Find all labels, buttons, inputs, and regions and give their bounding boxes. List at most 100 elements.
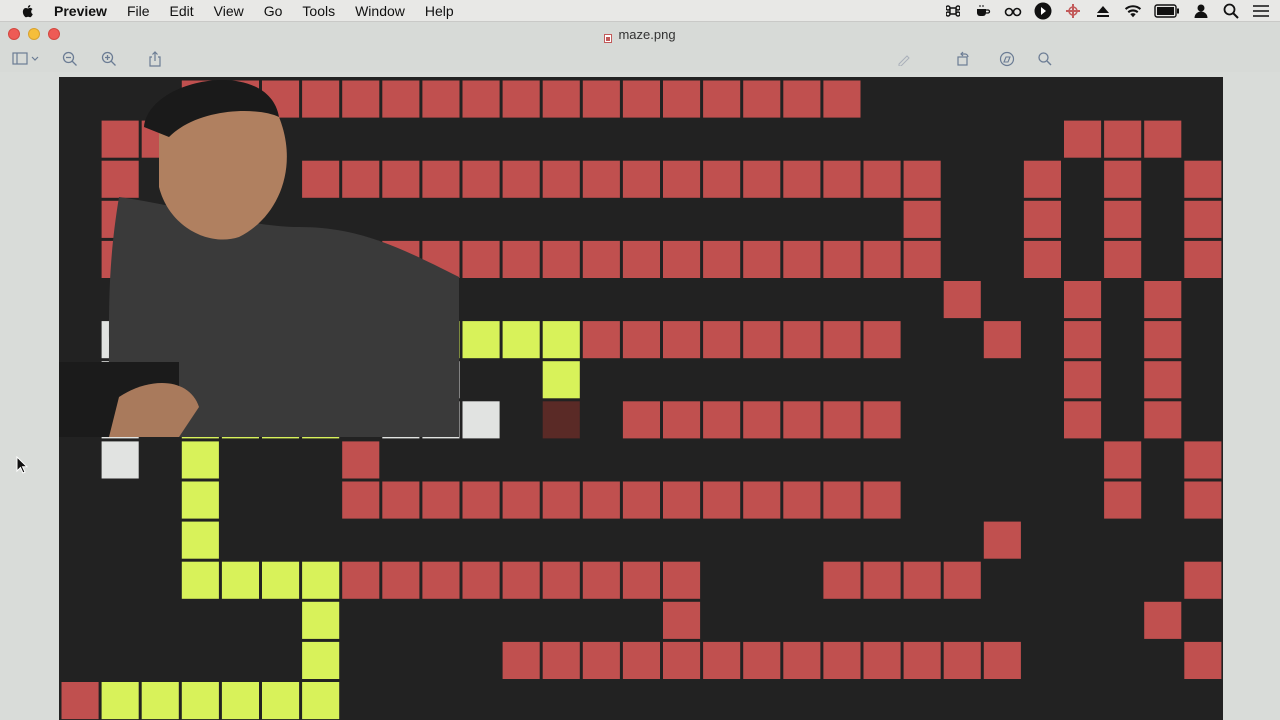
wall-cell	[302, 240, 340, 278]
menu-app-name[interactable]: Preview	[54, 3, 107, 19]
explored-cell	[422, 361, 460, 399]
wall-cell	[462, 160, 500, 198]
wall-cell	[582, 160, 620, 198]
wall-cell	[1184, 160, 1222, 198]
glasses-icon[interactable]	[1004, 2, 1022, 20]
explored-cell	[101, 401, 139, 439]
menu-window[interactable]: Window	[355, 3, 405, 19]
wall-cell	[622, 240, 660, 278]
explored-cell	[462, 401, 500, 439]
wall-cell	[622, 561, 660, 599]
wall-cell	[703, 401, 741, 439]
menu-help[interactable]: Help	[425, 3, 454, 19]
share-icon[interactable]	[145, 50, 165, 68]
wall-cell	[582, 80, 620, 118]
wall-cell	[462, 240, 500, 278]
wall-cell	[542, 80, 580, 118]
wall-cell	[1144, 120, 1182, 158]
wall-cell	[622, 481, 660, 519]
wall-cell	[863, 160, 901, 198]
menu-go[interactable]: Go	[264, 3, 283, 19]
wall-cell	[302, 160, 340, 198]
menu-file[interactable]: File	[127, 3, 150, 19]
wall-cell	[823, 561, 861, 599]
wall-cell	[863, 401, 901, 439]
wall-cell	[181, 80, 219, 118]
path-cell	[262, 682, 300, 720]
wall-cell	[703, 641, 741, 679]
document-proxy-icon[interactable]	[604, 31, 613, 44]
menu-edit[interactable]: Edit	[170, 3, 194, 19]
wall-cell	[1104, 160, 1142, 198]
search-icon[interactable]	[1222, 2, 1240, 20]
wall-cell	[462, 561, 500, 599]
markup-icon[interactable]	[894, 50, 914, 68]
wall-cell	[422, 481, 460, 519]
wall-cell	[502, 240, 540, 278]
wall-cell	[502, 561, 540, 599]
battery-icon[interactable]	[1154, 2, 1180, 20]
wall-cell	[382, 80, 420, 118]
wall-cell	[663, 481, 701, 519]
sidebar-icon[interactable]	[12, 50, 40, 68]
wall-cell	[342, 160, 380, 198]
wall-cell	[663, 160, 701, 198]
wall-cell	[903, 200, 941, 238]
command-icon[interactable]	[944, 2, 962, 20]
wall-cell	[542, 561, 580, 599]
wall-cell	[542, 481, 580, 519]
wall-cell	[342, 80, 380, 118]
wall-cell	[221, 240, 259, 278]
eject-icon[interactable]	[1094, 2, 1112, 20]
wall-cell	[101, 160, 139, 198]
wall-cell	[582, 641, 620, 679]
path-cell	[382, 321, 420, 359]
maze-image	[59, 77, 1223, 720]
wall-cell	[983, 641, 1021, 679]
play-circle-icon[interactable]	[1034, 2, 1052, 20]
wall-cell	[743, 401, 781, 439]
wall-cell	[663, 401, 701, 439]
wall-cell	[382, 481, 420, 519]
apple-icon[interactable]	[20, 3, 36, 19]
path-cell	[302, 641, 340, 679]
rotate-icon[interactable]	[953, 50, 973, 68]
wall-cell	[863, 641, 901, 679]
search-icon[interactable]	[1035, 50, 1055, 68]
wall-cell	[542, 240, 580, 278]
wall-cell	[783, 481, 821, 519]
wall-cell	[863, 321, 901, 359]
wall-cell	[502, 160, 540, 198]
wall-cell	[1104, 481, 1142, 519]
crosshair-icon[interactable]	[1064, 2, 1082, 20]
path-cell	[542, 361, 580, 399]
explored-cell	[141, 321, 179, 359]
path-cell	[302, 401, 340, 439]
wall-cell	[663, 601, 701, 639]
menu-view[interactable]: View	[214, 3, 244, 19]
wall-cell	[1064, 281, 1102, 319]
annotate-icon[interactable]	[997, 50, 1017, 68]
wall-cell	[703, 80, 741, 118]
user-icon[interactable]	[1192, 2, 1210, 20]
wall-cell	[1144, 601, 1182, 639]
wall-cell	[1064, 361, 1102, 399]
wall-cell	[1184, 441, 1222, 479]
list-icon[interactable]	[1252, 2, 1270, 20]
explored-cell	[181, 321, 219, 359]
coffee-icon[interactable]	[974, 2, 992, 20]
zoom-in-icon[interactable]	[99, 50, 119, 68]
menu-tools[interactable]: Tools	[302, 3, 335, 19]
wifi-icon[interactable]	[1124, 2, 1142, 20]
wall-cell	[342, 481, 380, 519]
wall-cell	[1184, 561, 1222, 599]
wall-cell	[943, 641, 981, 679]
wall-cell	[743, 160, 781, 198]
wall-cell	[663, 321, 701, 359]
menu-bar: Preview File Edit View Go Tools Window H…	[0, 0, 1280, 22]
wall-cell	[622, 401, 660, 439]
path-cell	[181, 521, 219, 559]
toolbar	[0, 46, 1280, 72]
path-cell	[342, 321, 380, 359]
zoom-out-icon[interactable]	[60, 50, 80, 68]
